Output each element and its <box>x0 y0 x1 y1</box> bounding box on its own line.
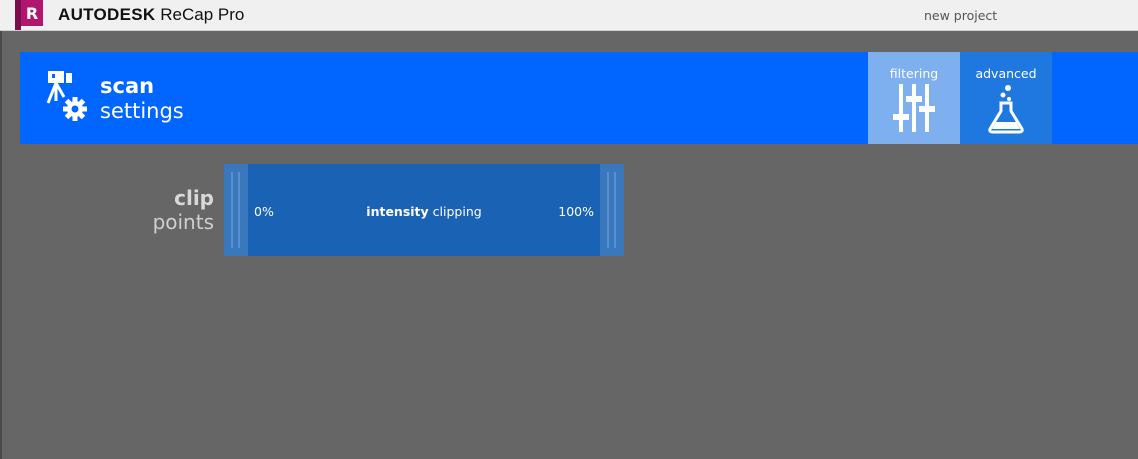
flask-icon <box>988 85 1024 134</box>
clip-label-line2: points <box>152 210 214 234</box>
logo-letter: R <box>26 4 38 23</box>
project-name[interactable]: new project <box>924 8 997 23</box>
slider-title-bold: intensity <box>366 204 429 219</box>
sliders-icon <box>893 84 935 132</box>
clip-label-line1: clip <box>174 186 214 210</box>
slider-max-label: 100% <box>558 204 594 219</box>
scan-settings-header: scan settings filtering advanced <box>20 52 1138 144</box>
page-title-line1: scan <box>100 74 155 98</box>
brand-company: AUTODESK <box>58 5 156 24</box>
intensity-clipping-slider[interactable]: 0% intensity clipping 100% <box>224 164 624 256</box>
window-left-edge <box>0 31 2 459</box>
tab-filtering-label: filtering <box>889 66 939 81</box>
page-title: scan settings <box>100 74 184 124</box>
scan-settings-icon <box>46 71 87 121</box>
brand-product: ReCap Pro <box>160 5 245 24</box>
title-bar: R AUTODESK ReCap Pro new project <box>0 0 1138 31</box>
tab-advanced[interactable]: advanced <box>960 52 1052 144</box>
tab-filtering[interactable]: filtering <box>868 52 960 144</box>
clip-points-label: clip points <box>153 186 214 234</box>
app-brand: AUTODESK ReCap Pro <box>58 4 244 26</box>
slider-title-rest: clipping <box>432 204 482 219</box>
page-title-line2: settings <box>100 99 184 123</box>
recap-logo-icon: R <box>15 0 43 30</box>
tab-advanced-label: advanced <box>975 66 1037 81</box>
